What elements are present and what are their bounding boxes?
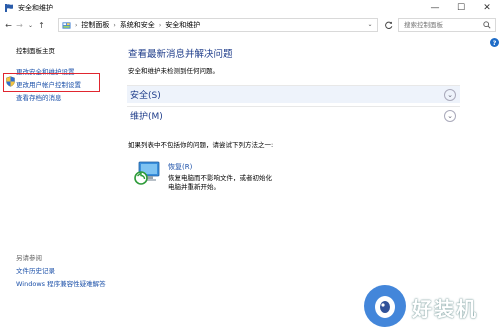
control-panel-icon — [62, 21, 71, 29]
security-section[interactable]: 安全(S) ⌄ — [127, 85, 460, 103]
chevron-down-icon[interactable]: ⌄ — [444, 89, 456, 101]
recovery-description: 恢复电脑而不影响文件，或者初始化电脑并重新开始。 — [168, 174, 272, 191]
minimize-button[interactable]: — — [422, 0, 448, 16]
search-box[interactable] — [398, 18, 496, 32]
sidebar: 控制面板主页 更改安全和维护设置 更改用户帐户控制设置 查看存档的消息 — [0, 35, 120, 334]
search-input[interactable] — [404, 21, 484, 29]
breadcrumb-system-security[interactable]: 系统和安全 — [120, 20, 155, 30]
page-subtitle: 安全和维护未检测到任何问题。 — [128, 67, 219, 75]
watermark-logo — [364, 285, 406, 327]
sidebar-item-view-archived-messages[interactable]: 查看存档的消息 — [16, 92, 62, 102]
address-dropdown-icon[interactable]: ⌄ — [362, 18, 378, 30]
up-button[interactable]: ↑ — [36, 18, 47, 32]
refresh-button[interactable] — [383, 18, 395, 32]
troubleshoot-hint: 如果列表中不包括你的问题，请尝试下列方法之一: — [128, 141, 274, 149]
watermark-text: 好装机 — [412, 297, 478, 321]
window-title: 安全和维护 — [18, 4, 53, 12]
recovery-icon[interactable] — [133, 160, 161, 186]
see-also-compatibility-troubleshooter[interactable]: Windows 程序兼容性疑难解答 — [16, 278, 106, 288]
breadcrumb-control-panel[interactable]: 控制面板 — [81, 20, 109, 30]
see-also-heading: 另请参阅 — [16, 254, 42, 262]
security-section-label: 安全(S) — [130, 91, 161, 101]
recent-locations-button[interactable]: ⌄ — [25, 18, 36, 32]
forward-button[interactable]: → — [14, 18, 25, 32]
navigation-bar: ← → ⌄ ↑ › 控制面板 › 系统和安全 › 安全和维护 ⌄ — [0, 17, 500, 33]
recovery-link[interactable]: 恢复(R) — [168, 162, 192, 172]
refresh-icon — [385, 21, 393, 29]
watermark-logo-icon — [375, 296, 395, 318]
breadcrumb-security-maintenance[interactable]: 安全和维护 — [165, 20, 200, 30]
search-icon — [483, 21, 491, 29]
sidebar-home-link[interactable]: 控制面板主页 — [16, 45, 55, 55]
back-button[interactable]: ← — [3, 18, 14, 32]
chevron-down-icon[interactable]: ⌄ — [444, 110, 456, 122]
site-watermark: 好装机 — [360, 283, 500, 334]
see-also-file-history[interactable]: 文件历史记录 — [16, 265, 55, 275]
breadcrumb-separator: › — [113, 21, 116, 29]
title-bar: 安全和维护 — ☐ ✕ — [0, 0, 500, 16]
uac-shield-icon — [6, 76, 15, 87]
address-bar[interactable]: › 控制面板 › 系统和安全 › 安全和维护 — [58, 18, 378, 32]
breadcrumb-separator: › — [158, 21, 162, 29]
maximize-button[interactable]: ☐ — [448, 0, 474, 16]
page-title: 查看最新消息并解决问题 — [128, 49, 233, 60]
flag-icon — [5, 4, 13, 12]
window-controls: — ☐ ✕ — [422, 0, 500, 16]
help-button[interactable]: ? — [490, 38, 499, 47]
breadcrumb-separator: › — [75, 21, 78, 29]
close-button[interactable]: ✕ — [474, 0, 500, 16]
maintenance-section-label: 维护(M) — [130, 112, 163, 122]
sidebar-item-change-uac-settings[interactable]: 更改用户帐户控制设置 — [16, 79, 81, 89]
maintenance-section[interactable]: 维护(M) ⌄ — [127, 106, 460, 124]
